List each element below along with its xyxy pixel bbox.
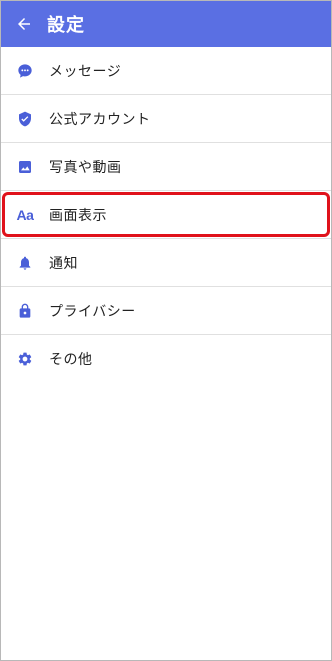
gear-icon	[16, 350, 34, 368]
image-icon	[16, 158, 34, 176]
lock-icon	[16, 302, 34, 320]
menu-item-photos-videos[interactable]: 写真や動画	[1, 143, 331, 191]
app-bar: 設定	[1, 1, 331, 47]
font-size-icon: Aa	[16, 206, 34, 224]
arrow-left-icon	[18, 18, 30, 30]
menu-item-official-accounts[interactable]: 公式アカウント	[1, 95, 331, 143]
menu-item-label: 写真や動画	[49, 159, 122, 176]
menu-item-label: 通知	[49, 255, 78, 272]
settings-menu: メッセージ 公式アカウント 写真や動画 Aa 画面表示 通知 プライバシー その…	[1, 47, 331, 383]
page-title: 設定	[47, 15, 85, 36]
phone-screen: 設定 メッセージ 公式アカウント 写真や動画 Aa 画面表示 通知 プライバシー…	[0, 0, 332, 661]
bell-icon	[16, 254, 34, 272]
menu-item-label: メッセージ	[49, 63, 122, 80]
menu-item-notifications[interactable]: 通知	[1, 239, 331, 287]
menu-item-privacy[interactable]: プライバシー	[1, 287, 331, 335]
menu-item-label: プライバシー	[49, 303, 136, 320]
menu-item-other[interactable]: その他	[1, 335, 331, 383]
back-button[interactable]	[1, 1, 47, 47]
chat-bubble-icon	[16, 62, 34, 80]
menu-item-messages[interactable]: メッセージ	[1, 47, 331, 95]
shield-check-icon	[16, 110, 34, 128]
menu-item-label: その他	[49, 352, 93, 368]
menu-item-display[interactable]: Aa 画面表示	[1, 191, 331, 239]
menu-item-label: 公式アカウント	[49, 111, 151, 128]
menu-item-label: 画面表示	[49, 207, 107, 224]
font-size-icon-text: Aa	[16, 206, 34, 223]
